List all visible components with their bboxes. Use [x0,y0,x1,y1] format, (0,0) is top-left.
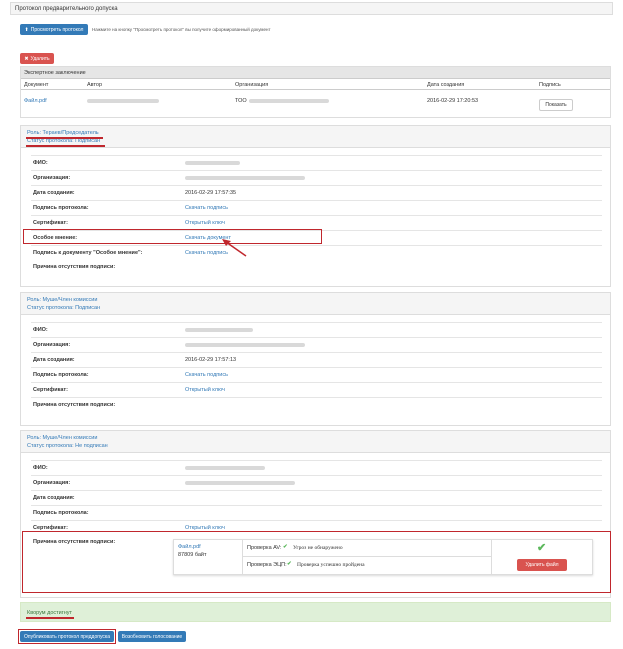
member-2-cert-row: Сертификат: Открытый ключ [31,382,602,396]
member-2-role: Роль: Муше/Член комиссии [27,297,98,303]
annotation-underline-quorum [26,617,74,619]
member-3-status: Статус протокола: Не подписан [27,443,108,449]
member-3-header: Роль: Муше/Член комиссии Статус протокол… [21,431,610,453]
member-2-org-redacted [185,343,305,347]
member-3-role: Роль: Муше/Член комиссии [27,435,98,441]
annotation-frame-upload [22,531,611,593]
member-2-status: Статус протокола: Подписан [27,305,101,311]
member-3-date-row: Дата создания: [31,490,602,504]
member-2-org-row: Организация: [31,337,602,351]
member-2-sign-row: Подпись протокола: Скачать подпись [31,367,602,381]
member-2-header: Роль: Муше/Член комиссии Статус протокол… [21,293,610,315]
member-3-org-redacted [185,481,295,485]
annotation-frame-publish [18,629,116,644]
page: Протокол предварительного допуска ⬆ Прос… [0,0,623,649]
member-2-public-key-link[interactable]: Открытый ключ [185,387,225,393]
quorum-text: Кворум достигнут [27,610,73,616]
quorum-alert: Кворум достигнут [20,602,611,622]
member-section-2: Роль: Муше/Член комиссии Статус протокол… [20,292,611,426]
member-2-reason-row: Причина отсутствия подписи: [31,397,602,411]
member-3-fio-row: ФИО: [31,460,602,474]
member-3-fio-redacted [185,466,265,470]
member-2-date-row: Дата создания: 2016-02-29 17:57:13 [31,352,602,366]
member-2-download-sign-link[interactable]: Скачать подпись [185,372,228,378]
member-2-fio-row: ФИО: [31,322,602,336]
member-3-sign-row: Подпись протокола: [31,505,602,519]
resume-voting-button[interactable]: Возобновить голосование [118,631,186,642]
member-3-org-row: Организация: [31,475,602,489]
member-2-fio-redacted [185,328,253,332]
